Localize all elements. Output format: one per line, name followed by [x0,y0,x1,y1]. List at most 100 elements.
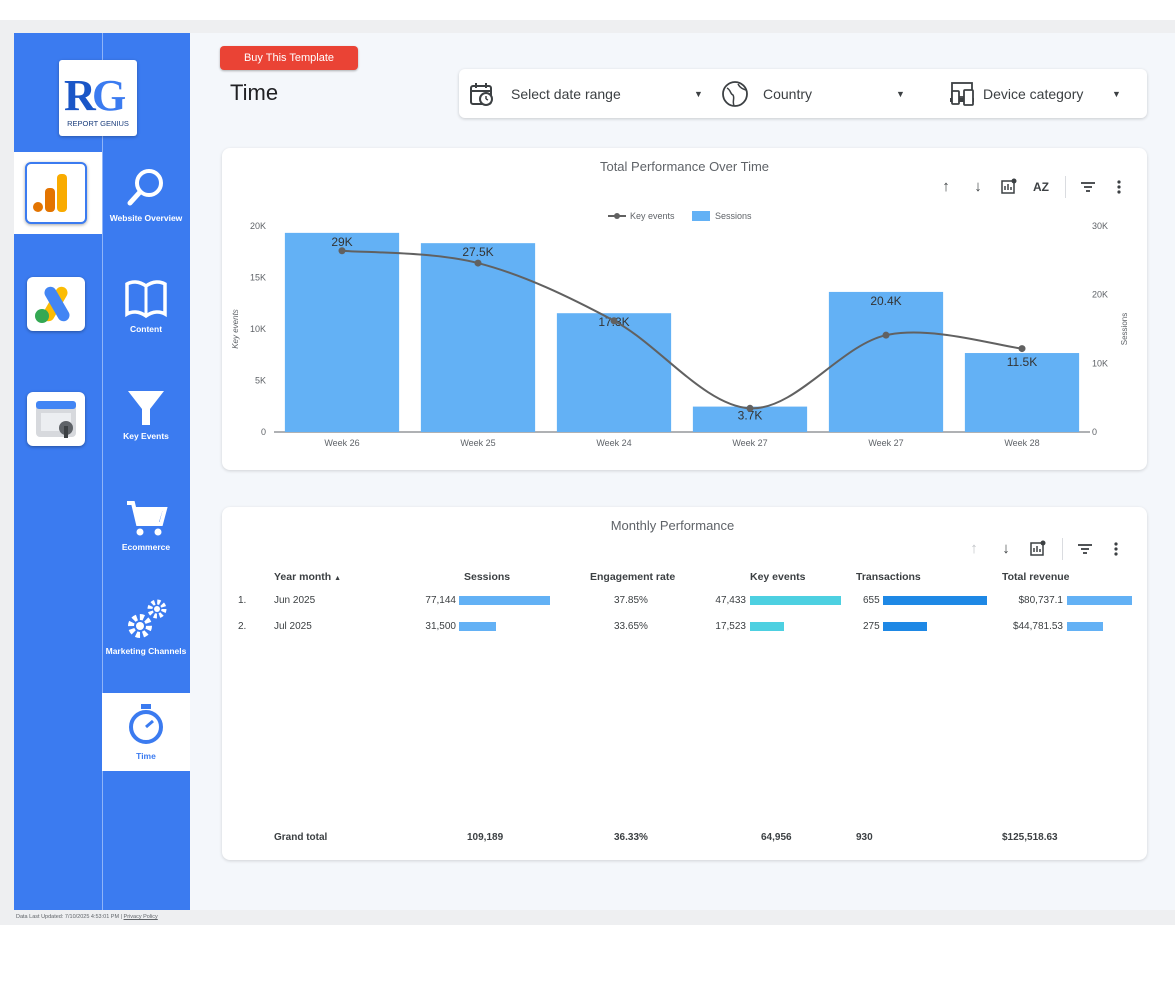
nav-website-overview[interactable]: Website Overview [102,165,190,223]
y2-tick-label: 20K [1092,290,1108,300]
sessions-bar [420,243,536,432]
nav-marketing-channels[interactable]: Marketing Channels [102,598,190,656]
key-events-bar [750,596,841,605]
row-index: 2. [238,621,247,632]
sort-ascending-icon[interactable]: ↑ [966,541,982,557]
header-label: Year month [274,571,332,583]
performance-chart-card: Total Performance Over Time ↑ ↓ AZ 0 5K 10… [222,148,1147,470]
key-events-point [1018,345,1026,353]
grand-total-label: Grand total [274,832,328,843]
x-tick-label: Week 28 [1004,438,1039,448]
nav-time[interactable]: Time [102,693,190,771]
y-tick-label: 15K [250,273,266,283]
nav-label: Ecommerce [121,542,171,552]
calendar-icon [470,82,493,106]
header-transactions[interactable]: Transactions [856,571,921,583]
cart-icon [127,501,168,536]
sessions-data-label: 29K [331,235,352,249]
more-options-icon[interactable] [1108,541,1124,557]
device-category-label: Device category [983,85,1084,102]
chevron-down-icon[interactable]: ▼ [1112,89,1121,99]
cell-key-events: 17,523 [715,621,746,632]
y-tick-label: 10K [250,324,266,334]
legend-sessions-label: Sessions [715,211,752,221]
table-title: Monthly Performance [610,518,735,533]
drill-down-icon[interactable] [1030,540,1046,556]
cell-key-events: 47,433 [715,595,746,606]
privacy-policy-link[interactable]: Privacy Policy [124,914,158,920]
sessions-data-label: 11.5K [1007,355,1037,369]
filter-icon[interactable] [1077,541,1093,557]
transactions-bar [883,622,927,631]
sessions-data-label: 20.4K [870,294,901,308]
cell-revenue: $44,781.53 [1012,621,1063,632]
google-ads-icon [35,286,70,323]
footer: Data Last Updated: 7/10/2025 4:53:01 PM … [16,914,158,920]
key-events-point [338,247,346,255]
book-icon [125,280,167,319]
revenue-bar [1067,622,1104,631]
header-year-month[interactable]: Year month ▲ [274,571,341,583]
devices-icon [950,81,974,106]
analytics-app-button[interactable] [25,162,87,224]
gears-icon [128,599,167,638]
sessions-bar [828,291,944,432]
legend-sessions-swatch [692,211,710,221]
sessions-bar [284,232,400,432]
sessions-bar [556,313,672,432]
google-ads-app-button[interactable] [27,277,85,331]
filter-bar: Select date range ▼ Country ▼ Device cat… [459,69,1147,118]
date-range-filter[interactable]: Select date range ▼ [469,69,707,118]
header-key-events[interactable]: Key events [750,571,805,583]
nav-content[interactable]: Content [102,276,190,334]
search-icon [127,169,163,206]
analytics-icon [33,174,67,212]
nav-label: Marketing Channels [105,646,187,656]
grand-total-key-events: 64,956 [761,832,792,843]
y2-axis-title: Sessions [1120,313,1129,345]
page-title: Time [230,80,279,105]
key-events-point [474,259,482,267]
sessions-bar [459,596,550,605]
revenue-bar [1067,596,1132,605]
y-tick-label: 20K [250,221,266,231]
key-events-point [610,317,618,325]
toolbar-divider [1062,538,1063,560]
cell-sessions: 31,500 [425,621,456,632]
y2-tick-label: 0 [1092,427,1097,437]
nav-ecommerce[interactable]: Ecommerce [102,498,190,552]
search-console-icon [36,401,76,438]
chevron-down-icon[interactable]: ▼ [694,89,703,99]
chevron-down-icon[interactable]: ▼ [896,89,905,99]
search-console-app-button[interactable] [27,392,85,446]
device-category-filter[interactable]: Device category ▼ [949,69,1139,118]
logo-text: REPORT GENIUS [67,119,129,128]
cell-engagement: 37.85% [614,595,648,606]
buy-template-button[interactable]: Buy This Template [220,46,358,70]
sessions-bar [459,622,497,631]
key-events-point [746,404,754,412]
header-total-revenue[interactable]: Total revenue [1002,571,1070,583]
monthly-performance-card: Monthly Performance ↑ ↓ Year month ▲ Ses… [222,507,1147,860]
cell-revenue: $80,737.1 [1018,595,1064,606]
country-filter[interactable]: Country ▼ [721,69,913,118]
x-tick-label: Week 27 [868,438,903,448]
transactions-bar [883,596,987,605]
header-engagement-rate[interactable]: Engagement rate [590,571,675,583]
x-tick-label: Week 24 [596,438,631,448]
x-tick-label: Week 25 [460,438,495,448]
nav-key-events[interactable]: Key Events [102,387,190,441]
legend-key-events-label: Key events [630,211,675,221]
x-tick-label: Week 27 [732,438,767,448]
grand-total-revenue: $125,518.63 [1002,832,1058,843]
report-genius-logo[interactable]: R G REPORT GENIUS [59,60,137,136]
cell-engagement: 33.65% [614,621,648,632]
nav-label: Website Overview [109,213,183,223]
header-sessions[interactable]: Sessions [464,571,510,583]
cell-month: Jun 2025 [274,595,316,606]
key-events-bar [750,622,784,631]
sort-descending-icon[interactable]: ↓ [998,541,1014,557]
y-tick-label: 0 [261,427,266,437]
performance-chart: 0 5K 10K 15K 20K 0 10K 20K 30K Key events Sessions… [231,211,1129,448]
grand-total-transactions: 930 [856,832,873,843]
